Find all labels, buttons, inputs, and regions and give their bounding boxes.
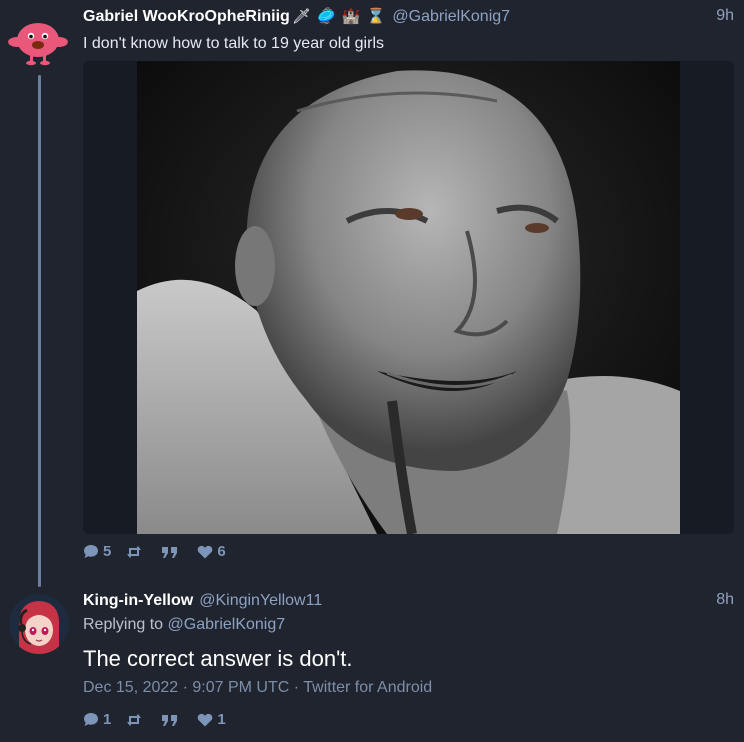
retweet-icon bbox=[127, 713, 142, 726]
user-handle[interactable]: @KinginYellow11 bbox=[199, 592, 322, 609]
avatar-king-in-yellow[interactable] bbox=[9, 594, 69, 654]
quote-icon bbox=[162, 546, 178, 558]
like-button[interactable]: 1 bbox=[197, 711, 226, 728]
media-image bbox=[137, 61, 680, 534]
heart-icon bbox=[198, 713, 213, 726]
quote-icon bbox=[162, 714, 178, 726]
comment-icon bbox=[84, 545, 98, 558]
quote-button[interactable] bbox=[161, 713, 183, 727]
replying-to: Replying to @GabrielKonig7 bbox=[83, 616, 285, 634]
reply-count: 1 bbox=[103, 711, 112, 728]
like-count: 1 bbox=[217, 711, 226, 728]
quote-button[interactable] bbox=[161, 545, 183, 559]
tweet-actions: 5 6 bbox=[83, 543, 226, 560]
reply-button[interactable]: 1 bbox=[83, 711, 111, 728]
tweet-actions: 1 1 bbox=[83, 711, 226, 728]
tweet-text: I don't know how to talk to 19 year old … bbox=[83, 35, 384, 52]
like-count: 6 bbox=[217, 543, 226, 560]
tweet-reply: King-in-Yellow @KinginYellow11 8h Replyin… bbox=[0, 588, 744, 742]
anime-girl-avatar-image bbox=[9, 594, 69, 654]
tweet-meta[interactable]: Dec 15, 2022 · 9:07 PM UTC · Twitter for… bbox=[83, 679, 432, 697]
heart-icon bbox=[198, 545, 213, 558]
tweet-header: Gabriel WooKroOpheRiniig 🗡 🥏 🏰 ⌛ @GabrielK… bbox=[83, 7, 510, 27]
reply-button[interactable]: 5 bbox=[83, 543, 111, 560]
pink-bird-avatar-image bbox=[8, 23, 68, 66]
avatar-gabriel[interactable] bbox=[8, 9, 68, 69]
replying-to-mention[interactable]: @GabrielKonig7 bbox=[168, 616, 286, 633]
comment-icon bbox=[84, 713, 98, 726]
retweet-button[interactable] bbox=[125, 713, 147, 727]
user-handle[interactable]: @GabrielKonig7 bbox=[392, 8, 510, 25]
display-name[interactable]: Gabriel WooKroOpheRiniig bbox=[83, 8, 290, 25]
retweet-button[interactable] bbox=[125, 545, 147, 559]
replying-to-label: Replying to bbox=[83, 616, 164, 633]
like-button[interactable]: 6 bbox=[197, 543, 226, 560]
tweet-time[interactable]: 9h bbox=[716, 7, 734, 25]
retweet-icon bbox=[127, 545, 142, 558]
reply-count: 5 bbox=[103, 543, 112, 560]
tweet-media[interactable] bbox=[83, 61, 734, 534]
name-emoji-badges: 🗡 🥏 🏰 ⌛ bbox=[291, 8, 387, 25]
display-name[interactable]: King-in-Yellow bbox=[83, 592, 193, 609]
tweet-header: King-in-Yellow @KinginYellow11 bbox=[83, 591, 322, 611]
tweet-text: The correct answer is don't. bbox=[83, 646, 353, 671]
tweet-time[interactable]: 8h bbox=[716, 591, 734, 609]
tweet-original: Gabriel WooKroOpheRiniig 🗡 🥏 🏰 ⌛ @GabrielK… bbox=[0, 0, 744, 575]
